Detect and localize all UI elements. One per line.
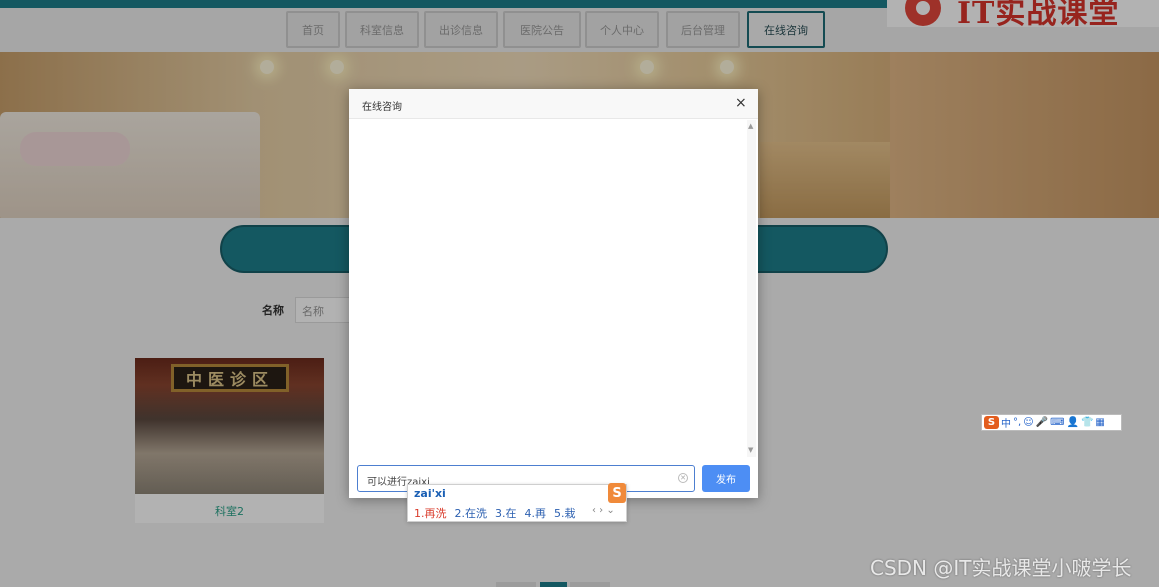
ime-candidate[interactable]: 3.在 [495,507,517,520]
ime-mic-icon[interactable]: 🎤 [1036,417,1048,428]
ime-candidate[interactable]: 2.在洗 [455,507,488,520]
ime-candidate-popup[interactable]: zai'xi S 1.再洗 2.在洗 3.在 4.再 5.栽 ‹ › ⌄ [407,483,627,522]
ime-punct-icon[interactable]: °, [1013,417,1021,428]
clear-input-icon[interactable]: ✕ [678,473,688,483]
ime-page-arrows-icon[interactable]: ‹ › ⌄ [592,505,615,516]
ime-brand-icon: S [608,483,626,503]
ime-logo-icon[interactable]: S [984,416,999,429]
ime-composition: zai'xi [414,487,446,500]
chat-scrollbar[interactable]: ▲ ▼ [747,120,756,457]
consult-modal: 在线咨询 × ▲ ▼ 可以进行zaixi ✕ 发布 [349,89,758,498]
scroll-up-icon[interactable]: ▲ [748,122,753,130]
ime-toolbar[interactable]: S 中 °, ☺ 🎤 ⌨ 👤 👕 ▦ [981,414,1122,431]
publish-button[interactable]: 发布 [702,465,750,492]
close-icon[interactable]: × [735,95,747,111]
ime-candidate[interactable]: 5.栽 [554,507,576,520]
modal-title: 在线咨询 [362,102,402,113]
ime-candidate[interactable]: 1.再洗 [414,507,447,520]
chat-messages-area[interactable] [349,120,758,457]
ime-toolbox-icon[interactable]: ▦ [1095,417,1104,428]
ime-user-icon[interactable]: 👤 [1067,417,1079,428]
modal-header: 在线咨询 × [349,89,758,119]
ime-candidate-list: 1.再洗 2.在洗 3.在 4.再 5.栽 [414,505,584,521]
ime-emoji-icon[interactable]: ☺ [1023,417,1033,428]
watermark-text: CSDN @IT实战课堂小啵学长 [870,556,1132,580]
ime-skin-icon[interactable]: 👕 [1081,417,1093,428]
ime-mode-icon[interactable]: 中 [1001,415,1011,430]
ime-candidate[interactable]: 4.再 [525,507,547,520]
ime-keyboard-icon[interactable]: ⌨ [1050,417,1064,428]
scroll-down-icon[interactable]: ▼ [748,446,753,454]
